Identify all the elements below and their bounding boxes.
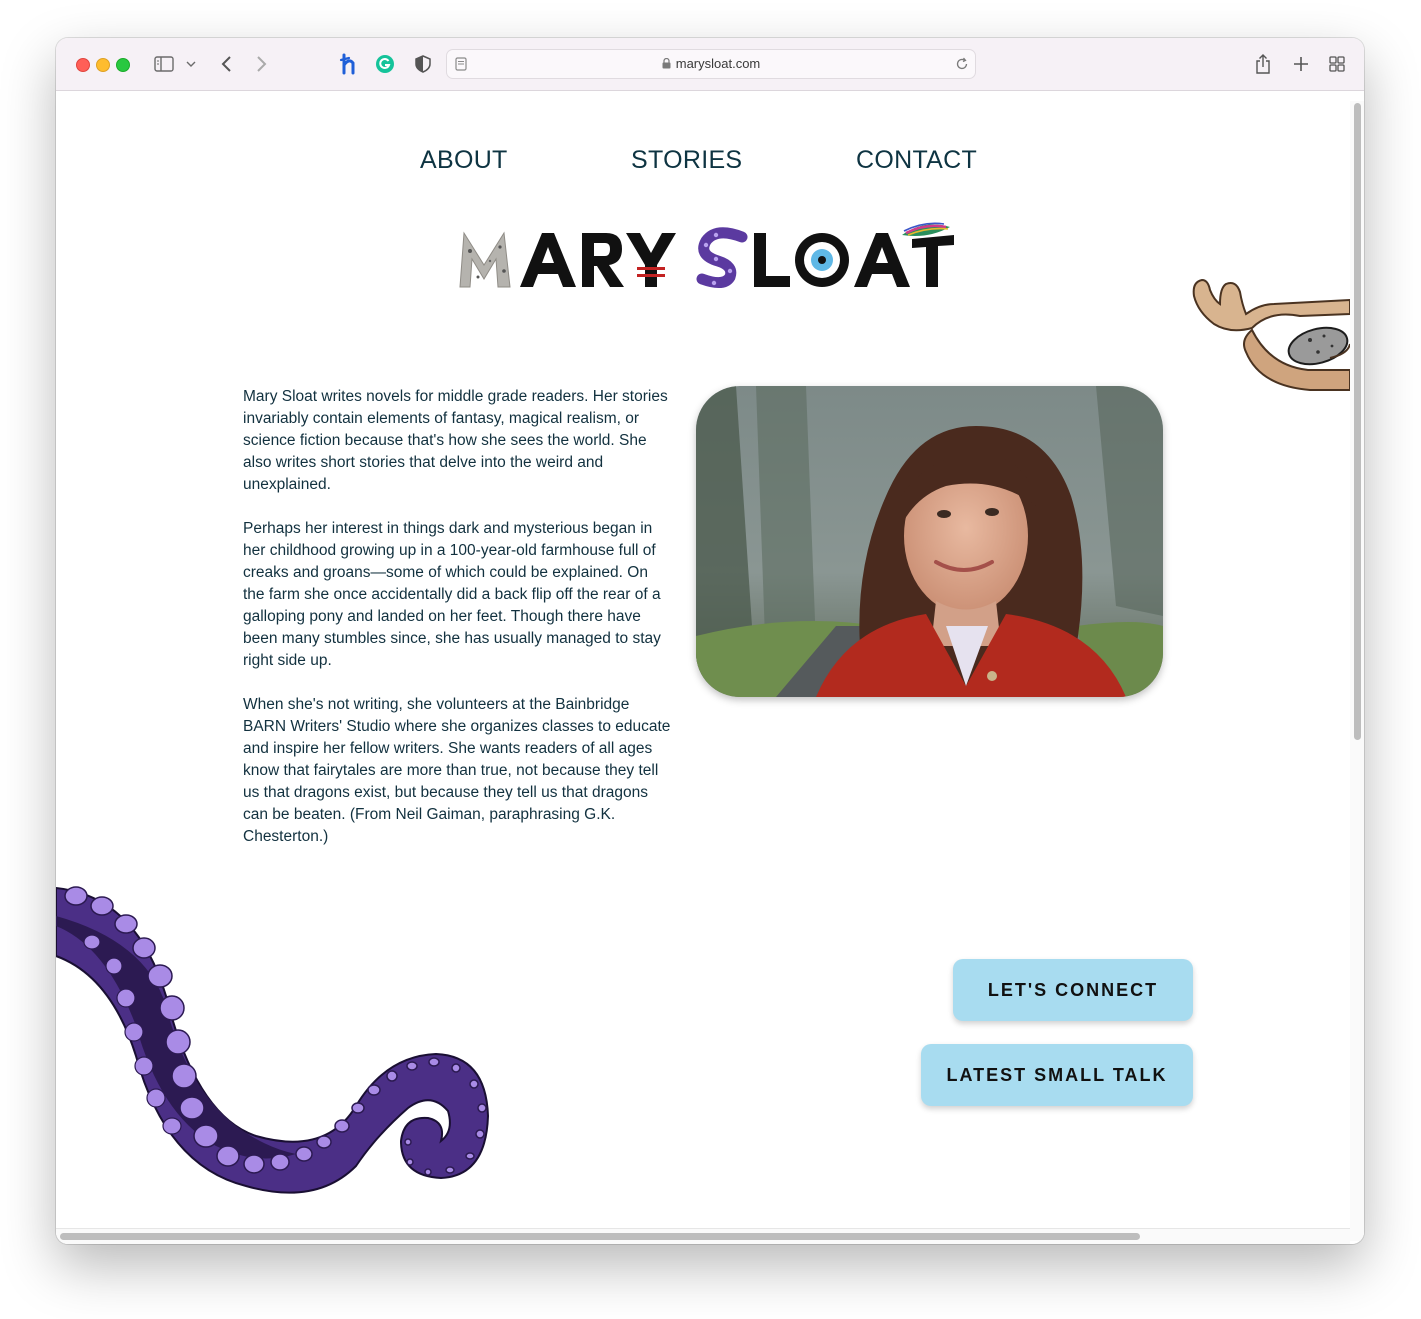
new-tab-icon[interactable]: [1290, 52, 1312, 76]
url-display: marysloat.com: [447, 50, 975, 78]
fullscreen-window-button[interactable]: [116, 58, 130, 72]
bio-paragraph-3: When she's not writing, she volunteers a…: [243, 696, 671, 845]
back-arrow-icon[interactable]: [216, 52, 236, 76]
nav-contact-link[interactable]: CONTACT: [856, 146, 977, 175]
share-icon[interactable]: [1252, 52, 1274, 76]
page-content: ABOUT STORIES CONTACT Mary Sloat writes …: [56, 91, 1364, 1244]
latest-small-talk-button[interactable]: LATEST SMALL TALK: [921, 1044, 1193, 1106]
forward-arrow-icon[interactable]: [252, 52, 272, 76]
tab-overview-icon[interactable]: [1326, 52, 1348, 76]
bio-text: Mary Sloat writes novels for middle grad…: [243, 386, 673, 870]
vertical-scrollbar-thumb[interactable]: [1354, 103, 1361, 740]
honey-extension-icon[interactable]: [338, 52, 360, 76]
nav-about-link[interactable]: ABOUT: [420, 146, 508, 175]
bio-paragraph-2: Perhaps her interest in things dark and …: [243, 520, 661, 669]
tentacle-illustration: [56, 886, 496, 1201]
reload-icon[interactable]: [955, 57, 969, 76]
site-logo[interactable]: [454, 221, 954, 296]
browser-toolbar: marysloat.com: [56, 38, 1364, 91]
vertical-scrollbar[interactable]: [1350, 101, 1364, 1241]
lets-connect-button[interactable]: LET'S CONNECT: [953, 959, 1193, 1021]
lock-icon: [662, 51, 671, 79]
horizontal-scrollbar-thumb[interactable]: [60, 1233, 1140, 1240]
browser-window: marysloat.com ABOUT STORIES CONTACT Mary…: [56, 38, 1364, 1244]
privacy-shield-icon[interactable]: [412, 52, 434, 76]
url-text: marysloat.com: [675, 56, 761, 71]
minimize-window-button[interactable]: [96, 58, 110, 72]
hand-with-stone-illustration: [1190, 274, 1351, 392]
chevron-down-icon[interactable]: [184, 52, 198, 76]
address-bar[interactable]: marysloat.com: [446, 49, 976, 79]
author-photo: [696, 386, 1163, 697]
nav-stories-link[interactable]: STORIES: [631, 146, 742, 175]
horizontal-scrollbar[interactable]: [56, 1228, 1350, 1244]
bio-paragraph-1: Mary Sloat writes novels for middle grad…: [243, 388, 668, 493]
sidebar-toggle-icon[interactable]: [152, 52, 176, 76]
grammarly-extension-icon[interactable]: [374, 52, 396, 76]
close-window-button[interactable]: [76, 58, 90, 72]
